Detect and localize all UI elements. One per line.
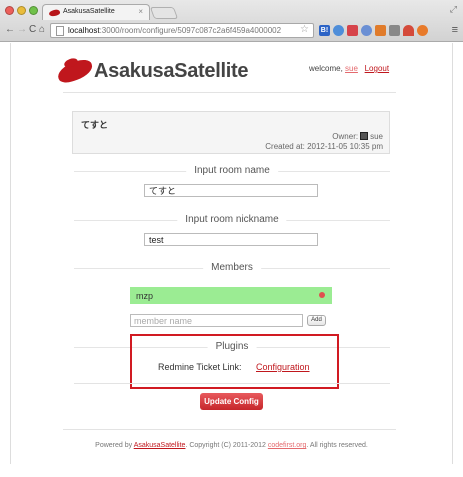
add-member-button[interactable]: Add	[307, 315, 326, 326]
reload-icon[interactable]: C	[29, 23, 36, 37]
favicon-icon	[48, 8, 61, 18]
room-info-box: てすと Owner: sue Created at: 2012-11-05 10:…	[72, 111, 390, 154]
extension-icon[interactable]	[389, 25, 400, 36]
logout-link[interactable]: Logout	[365, 64, 389, 73]
forward-icon[interactable]: →	[17, 23, 27, 37]
bookmark-star-icon[interactable]: ☆	[300, 24, 309, 35]
extension-icon[interactable]	[403, 25, 414, 36]
app-link[interactable]: AsakusaSatellite	[134, 442, 186, 449]
owner-info: Owner: sue	[332, 132, 383, 141]
avatar-icon	[360, 132, 369, 140]
hatena-bookmark-icon[interactable]: B!	[319, 25, 330, 36]
new-tab-button[interactable]	[149, 7, 179, 19]
room-name-input[interactable]: てすと	[144, 184, 318, 197]
extension-icon[interactable]	[375, 25, 386, 36]
highlight-box	[130, 334, 339, 389]
minimize-window-button[interactable]	[17, 6, 26, 15]
created-at: Created at: 2012-11-05 10:35 pm	[265, 142, 383, 151]
menu-icon[interactable]: ≡	[452, 24, 458, 36]
room-title: てすと	[81, 120, 109, 130]
extension-icon[interactable]	[361, 25, 372, 36]
footer-divider	[63, 429, 396, 430]
extension-icon[interactable]	[417, 25, 428, 36]
room-nickname-input[interactable]: test	[144, 233, 318, 246]
update-config-button[interactable]: Update Config	[200, 393, 263, 410]
welcome-text: welcome, sue Logout	[309, 64, 390, 73]
member-row: mzp	[130, 287, 332, 304]
room-nickname-legend: Input room nickname	[74, 214, 390, 225]
extension-icon[interactable]	[347, 25, 358, 36]
close-window-button[interactable]	[5, 6, 14, 15]
form-divider	[74, 383, 390, 384]
tab-title: AsakusaSatellite	[63, 8, 115, 15]
header-divider	[63, 92, 396, 93]
url-text: localhost:3000/room/configure/5097c087c2…	[68, 26, 282, 35]
members-legend: Members	[74, 262, 390, 273]
browser-chrome: AsakusaSatellite × ⤢ ← → C ⌂ localhost:3…	[0, 0, 463, 42]
company-link[interactable]: codefirst.org	[268, 442, 307, 449]
home-icon[interactable]: ⌂	[39, 23, 45, 37]
page-icon	[56, 26, 64, 36]
room-name-legend: Input room name	[74, 165, 390, 176]
maximize-window-button[interactable]	[29, 6, 38, 15]
tab-close-icon[interactable]: ×	[138, 7, 143, 16]
logo-text[interactable]: AsakusaSatellite	[94, 60, 248, 83]
address-bar[interactable]: localhost:3000/room/configure/5097c087c2…	[50, 23, 314, 38]
extension-icon[interactable]	[333, 25, 344, 36]
back-icon[interactable]: ←	[5, 23, 15, 37]
member-name-input[interactable]: member name	[130, 314, 303, 327]
browser-tab[interactable]: AsakusaSatellite ×	[42, 4, 150, 20]
user-link[interactable]: sue	[345, 64, 358, 73]
footer: Powered by AsakusaSatellite. Copyright (…	[95, 442, 368, 449]
member-name: mzp	[136, 291, 154, 301]
remove-member-icon[interactable]	[319, 292, 325, 298]
fullscreen-icon[interactable]: ⤢	[450, 4, 457, 15]
